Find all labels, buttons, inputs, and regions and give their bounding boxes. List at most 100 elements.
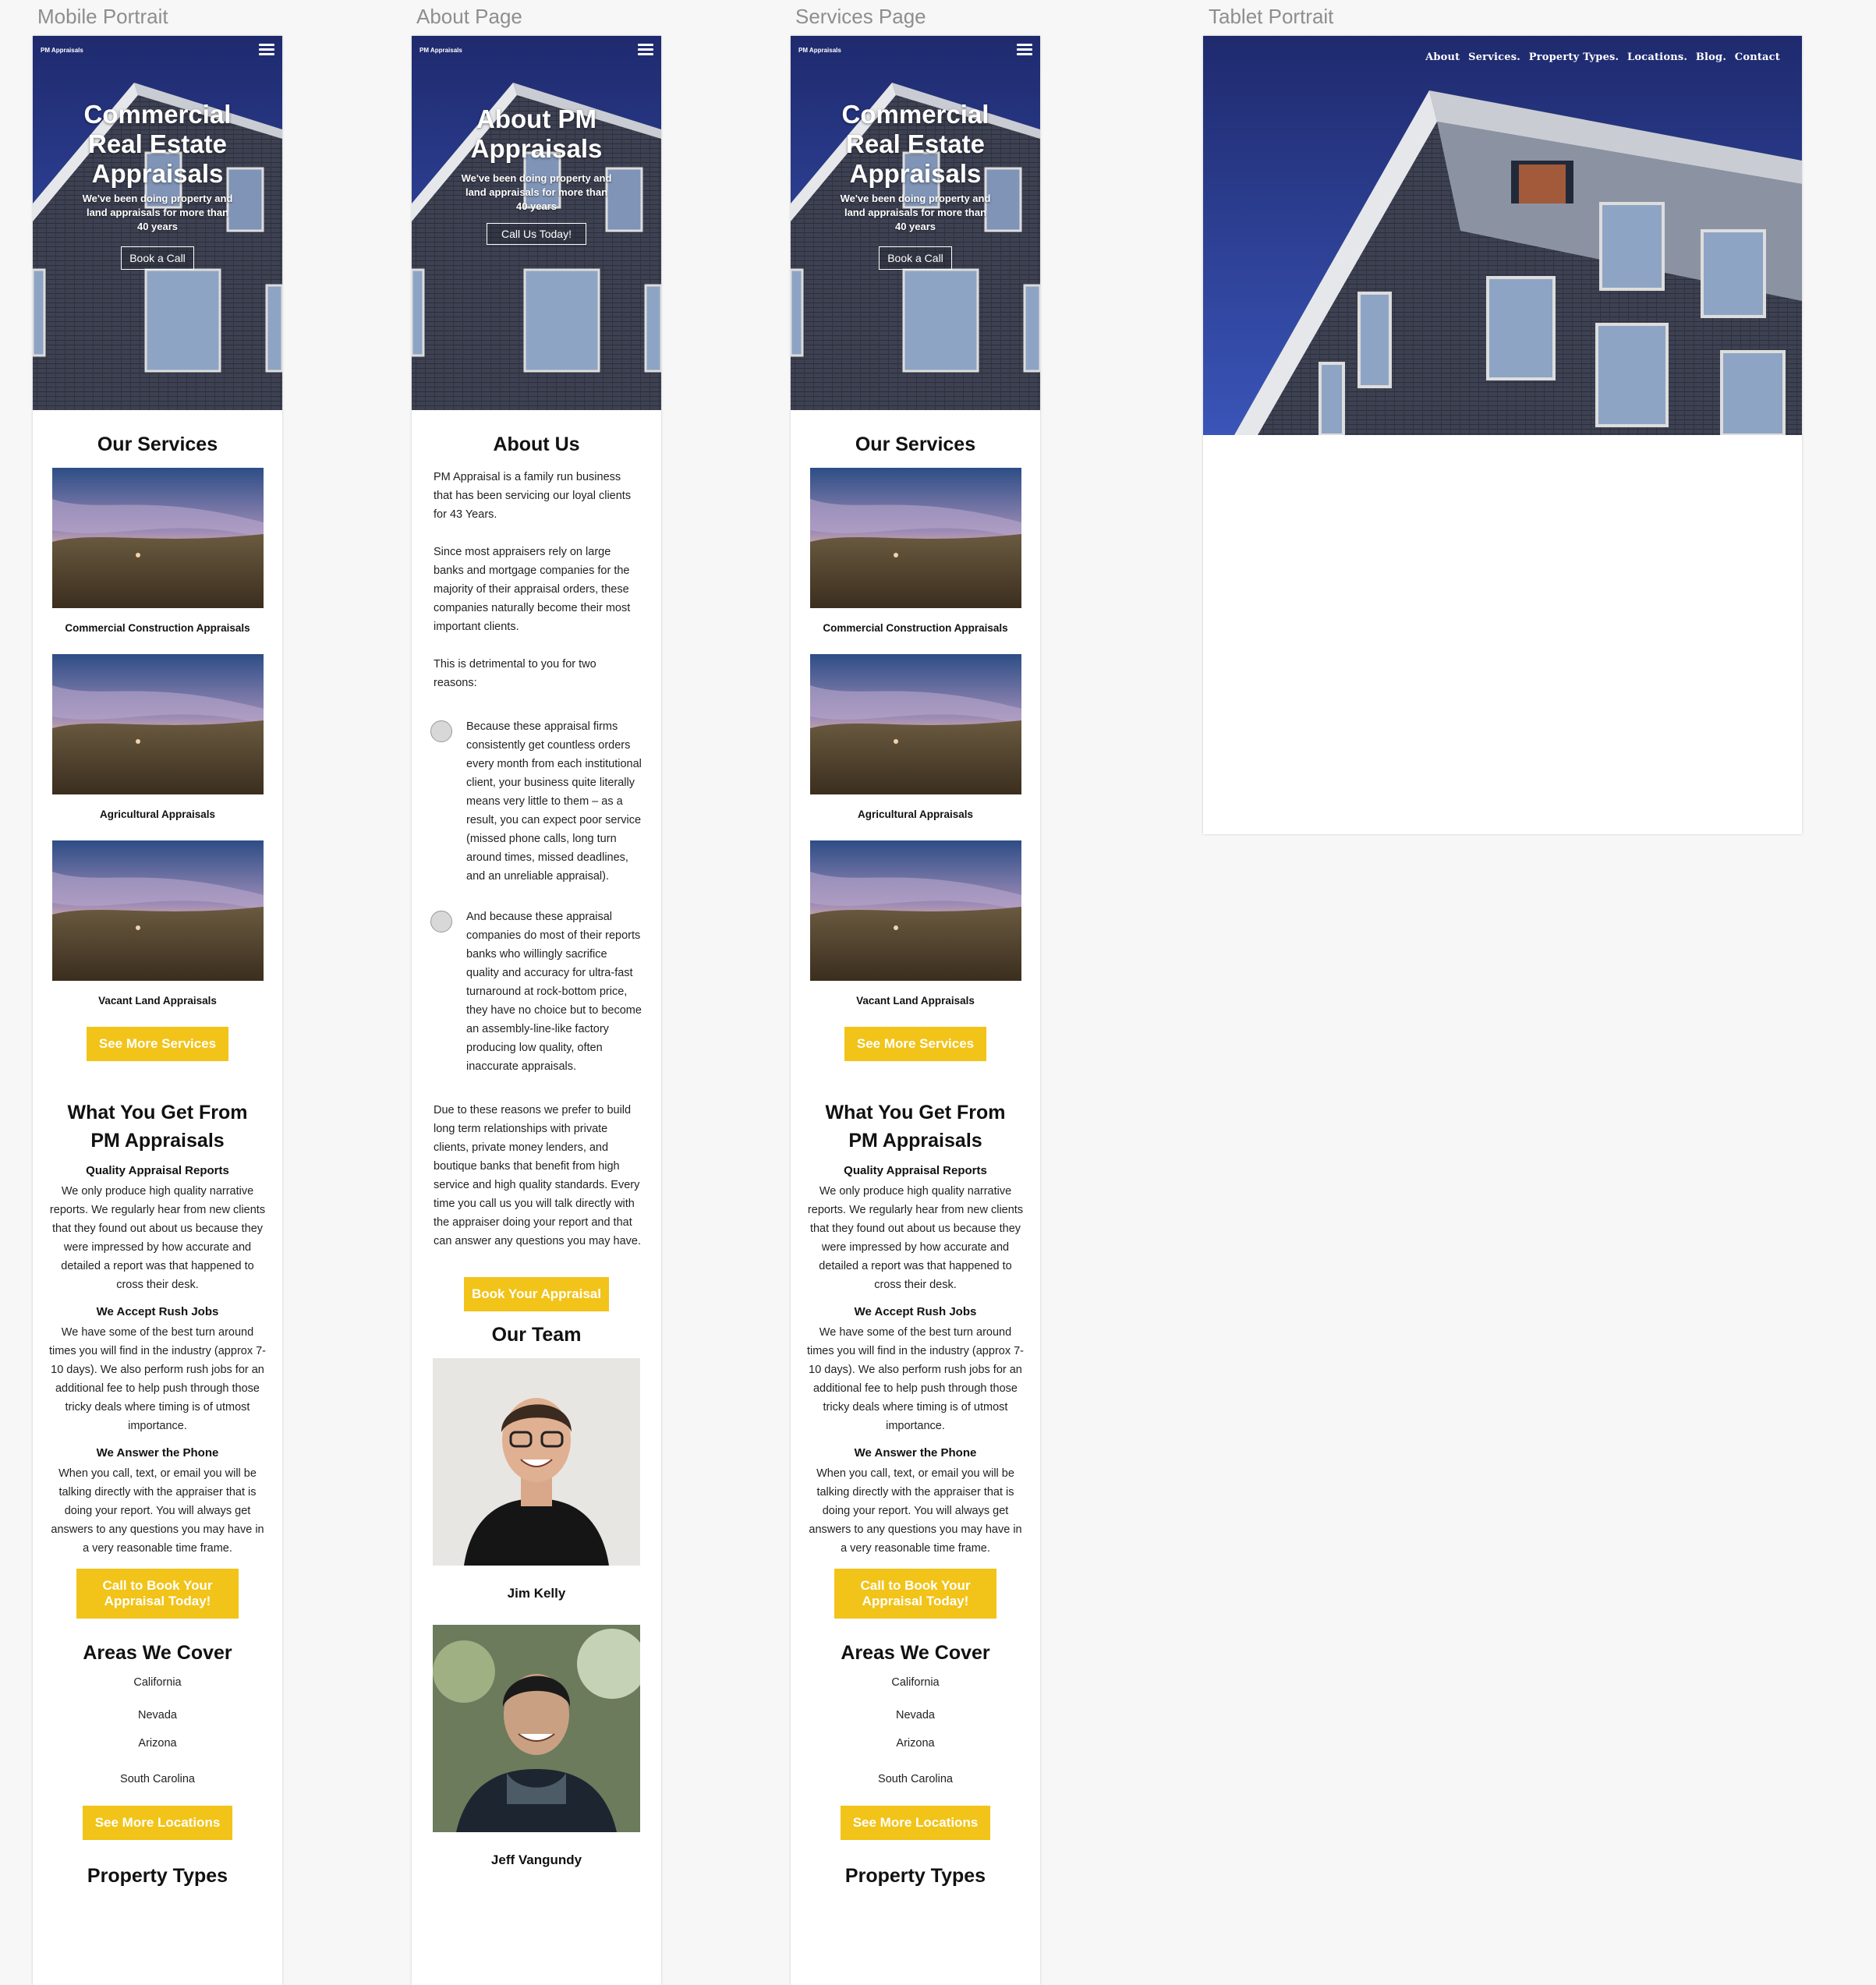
hero-section: PM Appraisals Commercial Real Estate App… xyxy=(791,36,1040,410)
feature-title: We Accept Rush Jobs xyxy=(854,1305,977,1318)
benefits-title: What You Get From PM Appraisals xyxy=(825,1102,1006,1152)
areas-list: California Nevada Arizona South Carolina xyxy=(33,1676,282,1785)
brand-logo[interactable]: PM Appraisals xyxy=(798,47,841,54)
team-photo-jeff-vangundy xyxy=(433,1625,640,1832)
service-label: Vacant Land Appraisals xyxy=(856,995,975,1007)
feature-block: Quality Appraisal Reports We only produce… xyxy=(791,1164,1040,1294)
see-more-locations-button[interactable]: See More Locations xyxy=(82,1806,233,1840)
hero-subtitle: We've been doing property and land appra… xyxy=(82,193,233,232)
see-more-services-button[interactable]: See More Services xyxy=(844,1027,987,1061)
artboard-label-services: Services Page xyxy=(795,5,926,28)
artboard-label-about: About Page xyxy=(416,5,522,28)
tablet-hero-section: About Services. Property Types. Location… xyxy=(1203,36,1802,435)
feature-text: When you call, text, or email you will b… xyxy=(809,1467,1022,1555)
service-label: Commercial Construction Appraisals xyxy=(823,622,1008,634)
reason-bullet: Because these appraisal firms consistent… xyxy=(412,717,642,886)
area-item[interactable]: Arizona xyxy=(33,1737,282,1750)
artboard-label-mobile: Mobile Portrait xyxy=(37,5,168,28)
service-card[interactable]: Vacant Land Appraisals xyxy=(791,840,1040,1007)
service-card[interactable]: Commercial Construction Appraisals xyxy=(791,468,1040,634)
hero-section: PM Appraisals Commercial Real Estate App… xyxy=(33,36,282,410)
nav-link-services[interactable]: Services. xyxy=(1468,51,1520,63)
about-paragraph-1: PM Appraisal is a family run business th… xyxy=(434,471,632,521)
circle-bullet-icon xyxy=(430,720,452,742)
call-to-book-button[interactable]: Call to Book Your Appraisal Today! xyxy=(76,1569,239,1619)
book-a-call-button[interactable]: Book a Call xyxy=(879,246,952,270)
tablet-portrait-artboard: About Services. Property Types. Location… xyxy=(1203,36,1802,834)
area-item[interactable]: Arizona xyxy=(791,1737,1040,1750)
areas-list: California Nevada Arizona South Carolina xyxy=(791,1676,1040,1785)
service-label: Vacant Land Appraisals xyxy=(98,995,217,1007)
about-paragraph-4: Due to these reasons we prefer to build … xyxy=(434,1104,641,1247)
feature-title: We Answer the Phone xyxy=(96,1446,219,1460)
brand-logo[interactable]: PM Appraisals xyxy=(419,47,462,54)
nav-link-about[interactable]: About xyxy=(1425,51,1460,63)
reason-text: Because these appraisal firms consistent… xyxy=(466,720,642,883)
services-list: Commercial Construction Appraisals Agricu… xyxy=(33,468,282,1007)
area-item[interactable]: California xyxy=(33,1676,282,1689)
service-card[interactable]: Agricultural Appraisals xyxy=(791,654,1040,820)
team-member-name: Jeff Vangundy xyxy=(490,1852,582,1867)
see-more-locations-button[interactable]: See More Locations xyxy=(840,1806,991,1840)
areas-title: Areas We Cover xyxy=(83,1642,232,1664)
feature-text: When you call, text, or email you will b… xyxy=(51,1467,264,1555)
hamburger-menu-icon[interactable] xyxy=(259,44,274,56)
landscape-photo xyxy=(51,468,264,608)
see-more-services-button[interactable]: See More Services xyxy=(86,1027,229,1061)
services-title: Our Services xyxy=(97,433,218,455)
feature-title: Quality Appraisal Reports xyxy=(86,1164,229,1177)
features-list: Quality Appraisal Reports We only produce… xyxy=(791,1164,1040,1558)
nav-link-property-types[interactable]: Property Types. xyxy=(1529,51,1619,63)
feature-block: We Answer the Phone When you call, text, … xyxy=(791,1446,1040,1558)
about-paragraph-3: This is detrimental to you for two reaso… xyxy=(434,658,596,689)
team-member: Jeff Vangundy xyxy=(412,1625,661,1868)
services-list: Commercial Construction Appraisals Agricu… xyxy=(791,468,1040,1007)
area-item[interactable]: South Carolina xyxy=(33,1773,282,1785)
landscape-photo xyxy=(51,654,264,794)
nav-link-locations[interactable]: Locations. xyxy=(1627,51,1687,63)
feature-text: We only produce high quality narrative r… xyxy=(807,1185,1024,1291)
book-your-appraisal-button[interactable]: Book Your Appraisal xyxy=(464,1277,609,1311)
about-paragraph-2: Since most appraisers rely on large bank… xyxy=(434,546,631,633)
mobile-portrait-artboard: PM Appraisals Commercial Real Estate App… xyxy=(33,36,282,1985)
nav-link-contact[interactable]: Contact xyxy=(1735,51,1780,63)
landscape-photo xyxy=(809,840,1021,981)
about-page-artboard: PM Appraisals About PM Appraisals We've … xyxy=(412,36,661,1985)
hamburger-menu-icon[interactable] xyxy=(638,44,653,56)
service-label: Agricultural Appraisals xyxy=(857,809,974,820)
hamburger-menu-icon[interactable] xyxy=(1017,44,1032,56)
artboard-label-tablet: Tablet Portrait xyxy=(1209,5,1334,28)
hero-subtitle: We've been doing property and land appra… xyxy=(840,193,991,232)
feature-text: We have some of the best turn around tim… xyxy=(806,1326,1025,1432)
call-us-today-button[interactable]: Call Us Today! xyxy=(486,223,586,245)
area-item[interactable]: California xyxy=(791,1676,1040,1689)
service-card[interactable]: Vacant Land Appraisals xyxy=(33,840,282,1007)
feature-block: We Answer the Phone When you call, text, … xyxy=(33,1446,282,1558)
property-types-title: Property Types xyxy=(87,1865,228,1887)
area-item[interactable]: Nevada xyxy=(791,1709,1040,1721)
service-label: Agricultural Appraisals xyxy=(99,809,216,820)
feature-title: We Accept Rush Jobs xyxy=(96,1305,219,1318)
features-list: Quality Appraisal Reports We only produce… xyxy=(33,1164,282,1558)
about-us-title: About Us xyxy=(493,433,580,455)
team-member-name: Jim Kelly xyxy=(507,1586,566,1601)
service-card[interactable]: Agricultural Appraisals xyxy=(33,654,282,820)
services-page-artboard: PM Appraisals Commercial Real Estate App… xyxy=(791,36,1040,1985)
about-hero-subtitle: We've been doing property and land appra… xyxy=(461,172,612,212)
team-photo-jim-kelly xyxy=(433,1358,640,1566)
reason-text: And because these appraisal companies do… xyxy=(466,911,642,1073)
area-item[interactable]: South Carolina xyxy=(791,1773,1040,1785)
landscape-photo xyxy=(809,468,1021,608)
service-card[interactable]: Commercial Construction Appraisals xyxy=(33,468,282,634)
call-to-book-button[interactable]: Call to Book Your Appraisal Today! xyxy=(834,1569,996,1619)
reason-bullet: And because these appraisal companies do… xyxy=(412,908,642,1076)
nav-link-blog[interactable]: Blog. xyxy=(1696,51,1726,63)
feature-block: Quality Appraisal Reports We only produce… xyxy=(33,1164,282,1294)
benefits-title: What You Get From PM Appraisals xyxy=(67,1102,248,1152)
circle-bullet-icon xyxy=(430,911,452,932)
book-a-call-button[interactable]: Book a Call xyxy=(121,246,194,270)
services-title: Our Services xyxy=(855,433,976,455)
area-item[interactable]: Nevada xyxy=(33,1709,282,1721)
brand-logo[interactable]: PM Appraisals xyxy=(41,47,83,54)
feature-title: We Answer the Phone xyxy=(854,1446,977,1460)
